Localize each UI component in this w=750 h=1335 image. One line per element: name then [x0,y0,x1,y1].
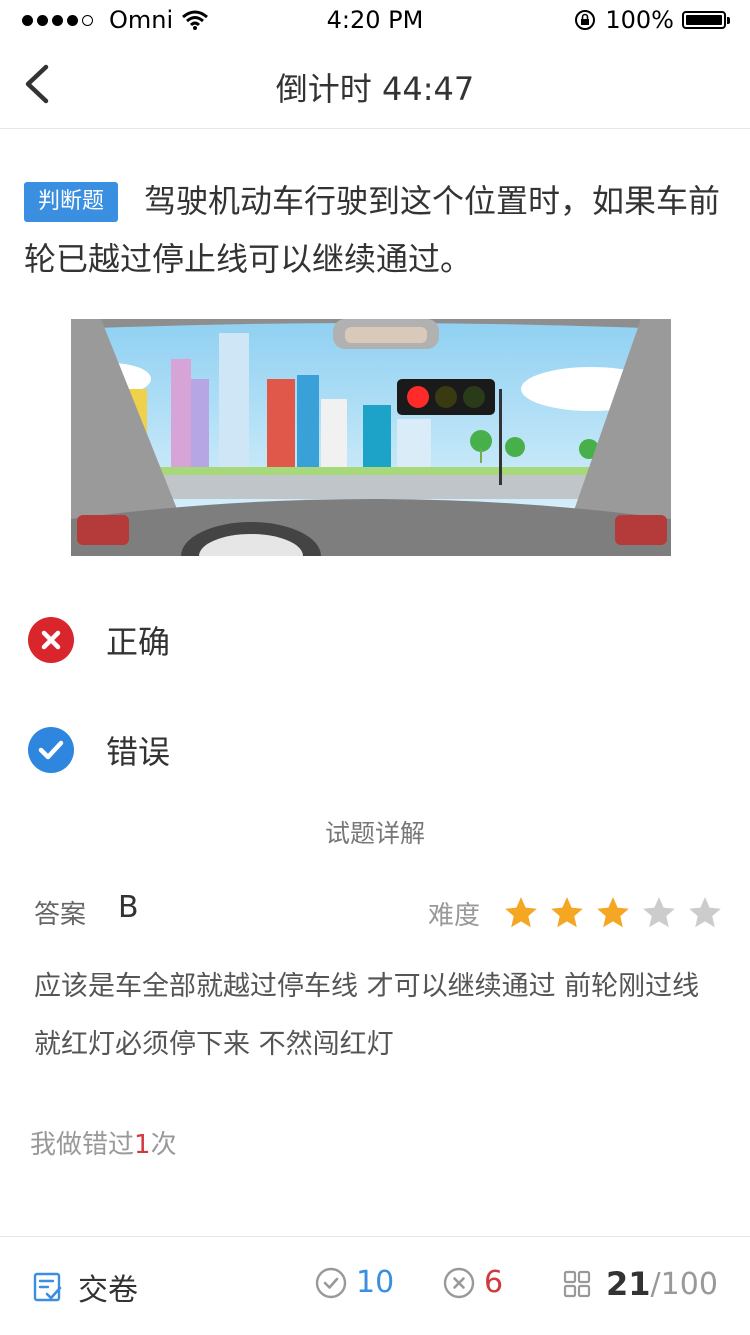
x-circle-icon [28,617,74,663]
current-question: 21 [606,1265,651,1303]
mistake-suffix: 次 [150,1130,177,1160]
difficulty-label: 难度 [427,900,480,931]
answer-value: B [118,890,139,925]
question-progress[interactable]: 21/100 [562,1265,718,1303]
battery-percent: 100% [605,6,674,34]
answer-label: 答案 [34,900,87,930]
question-text: 驾驶机动车行驶到这个位置时，如果车前轮已越过停止线可以继续通过。 [24,182,721,278]
grid-icon [563,1270,591,1298]
countdown-title: 倒计时 44:47 [275,70,475,108]
total-questions: /100 [650,1266,718,1302]
status-right: 100% [573,6,730,34]
difficulty-rating: 难度 [428,894,724,932]
correct-count: 10 [356,1265,395,1300]
check-circle-outline-icon [315,1267,347,1298]
question-block: 判断题 驾驶机动车行驶到这个位置时，如果车前轮已越过停止线可以继续通过。 [24,172,724,288]
star-icon [643,897,675,928]
bottom-bar: 交卷 10 6 21/100 [0,1236,750,1335]
x-circle-outline-icon [443,1267,475,1298]
detail-title: 试题详解 [324,819,425,848]
option-b-label: 错误 [106,733,171,771]
submit-paper-icon [33,1272,62,1302]
star-icon [689,897,721,928]
check-circle-icon [28,727,74,773]
submit-button[interactable]: 交卷 [32,1265,138,1309]
status-bar: Omni 4:20 PM 100% [0,0,750,40]
mistake-history: 我做错过1次 [30,1124,177,1161]
option-b[interactable]: 错误 [28,726,170,774]
rotation-lock-icon [575,10,596,30]
mistake-prefix: 我做错过 [30,1130,135,1160]
question-image [71,319,671,556]
star-icon [597,897,629,928]
option-a[interactable]: 正确 [28,616,170,664]
battery-icon [682,11,730,29]
wrong-count: 6 [484,1265,504,1300]
star-icon [551,897,583,928]
wrong-count-stat[interactable]: 6 [442,1265,503,1300]
option-a-label: 正确 [106,623,171,661]
submit-label: 交卷 [78,1273,138,1308]
explanation-text: 应该是车全部就越过停车线 才可以继续通过 前轮刚过线就红灯必须停下来 不然闯红灯 [34,971,700,1060]
question-type-tag: 判断题 [24,182,119,222]
correct-count-stat[interactable]: 10 [314,1265,394,1300]
nav-bar: 倒计时 44:47 [0,40,750,129]
mistake-count: 1 [134,1130,151,1160]
star-icon [505,897,537,928]
